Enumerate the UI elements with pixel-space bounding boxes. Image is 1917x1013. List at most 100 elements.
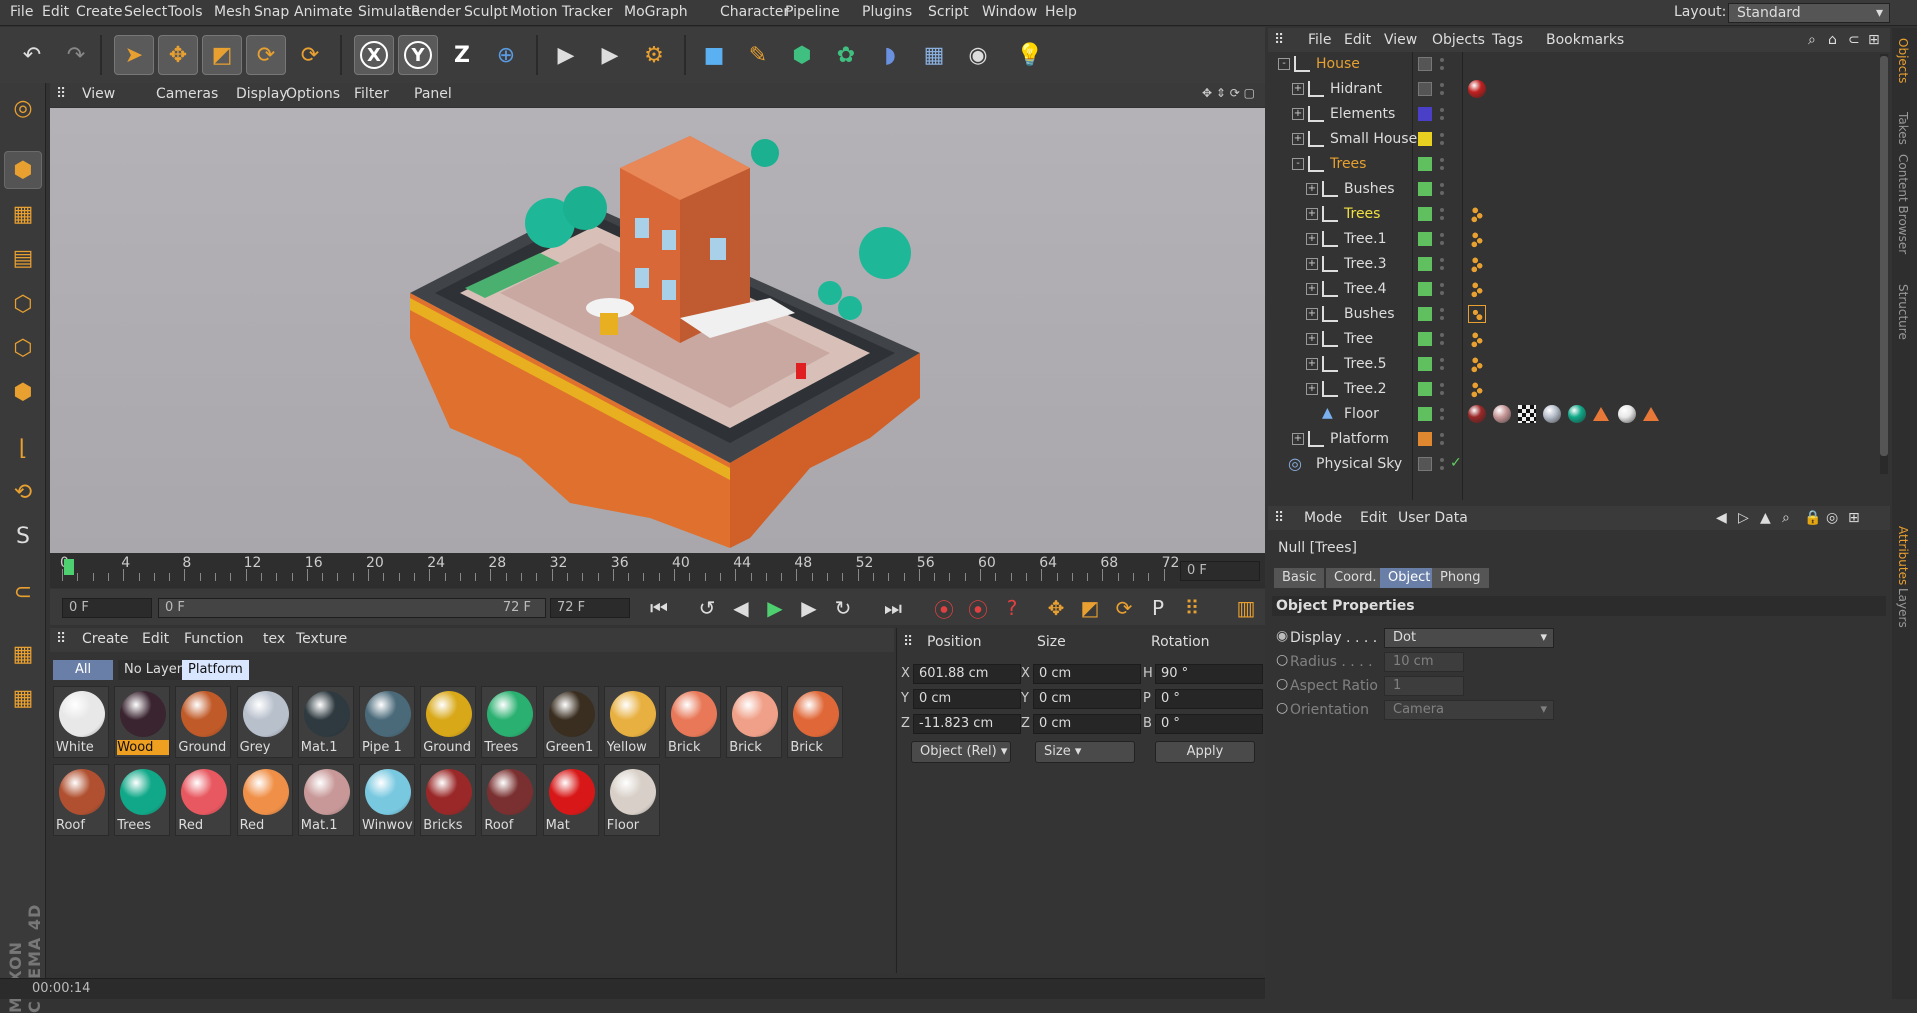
timeline[interactable]: 04812162024283236404448525660646872 0 F <box>50 553 1265 588</box>
apply-button[interactable]: Apply <box>1155 741 1255 763</box>
tag-icon[interactable] <box>1568 405 1586 423</box>
object-menu-file[interactable]: File <box>1308 32 1331 48</box>
menu-mesh[interactable]: Mesh <box>214 4 251 20</box>
material-white[interactable]: White <box>53 686 109 758</box>
visibility-dots[interactable] <box>1440 306 1444 322</box>
viewport[interactable]: ✥ ⇕ ⟳ ▢ <box>50 86 1265 553</box>
menu-pipeline[interactable]: Pipeline <box>785 4 840 20</box>
visibility-dots[interactable] <box>1440 131 1444 147</box>
object-row[interactable]: ▲ Floor <box>1268 402 1878 427</box>
move-tool[interactable]: ✥ <box>158 35 198 75</box>
viewport-menu-panel[interactable]: Panel <box>414 86 452 102</box>
menu-motion-tracker[interactable]: Motion Tracker <box>510 4 612 20</box>
coord-position-y-field[interactable]: 0 cm <box>913 689 1021 709</box>
menu-snap[interactable]: Snap <box>254 4 289 20</box>
material-red[interactable]: Red <box>236 764 293 836</box>
visibility-dots[interactable] <box>1440 406 1444 422</box>
object-row[interactable]: + Hidrant <box>1268 77 1878 102</box>
light-tool[interactable]: 💡 <box>1010 35 1050 75</box>
material-menu-tex[interactable]: tex <box>263 631 285 647</box>
camera-tool[interactable]: ◉ <box>958 35 998 75</box>
expand-toggle[interactable]: + <box>1292 133 1304 145</box>
expand-toggle[interactable]: + <box>1306 183 1318 195</box>
visibility-dots[interactable] <box>1440 456 1444 472</box>
visibility-dots[interactable] <box>1440 56 1444 72</box>
side-tab-layers[interactable]: Layers <box>1896 588 1910 628</box>
layer-color[interactable] <box>1418 107 1432 121</box>
recent-tool-tool[interactable]: ⟳ <box>290 35 330 75</box>
material-filter-all[interactable]: All <box>53 660 113 680</box>
tweak-mode-button[interactable]: ⟲ <box>4 473 42 511</box>
coord-position-z-field[interactable]: -11.823 cm <box>913 714 1021 734</box>
side-tab-attributes[interactable]: Attributes <box>1896 526 1910 585</box>
playhead[interactable] <box>64 559 74 575</box>
object-menu-objects[interactable]: Objects <box>1432 32 1485 48</box>
visibility-dots[interactable] <box>1440 356 1444 372</box>
coordinate-system-tool[interactable]: ⊕ <box>486 35 526 75</box>
locked-workplane-button[interactable]: ▦ <box>4 679 42 717</box>
make-editable-button[interactable]: ◎ <box>4 89 42 127</box>
undo-tool[interactable]: ↶ <box>12 35 52 75</box>
object-row[interactable]: + Small House <box>1268 127 1878 152</box>
layout-dropdown[interactable]: Standard ▾ <box>1728 3 1890 23</box>
layer-color[interactable] <box>1418 257 1432 271</box>
expand-toggle[interactable]: + <box>1306 283 1318 295</box>
menu-script[interactable]: Script <box>928 4 969 20</box>
menu-plugins[interactable]: Plugins <box>862 4 912 20</box>
layer-color[interactable] <box>1418 382 1432 396</box>
visibility-dots[interactable] <box>1440 256 1444 272</box>
layer-color[interactable] <box>1418 232 1432 246</box>
tag-icon[interactable] <box>1468 230 1486 248</box>
tag-icon[interactable] <box>1618 405 1636 423</box>
coord-rotation-z-field[interactable]: 0 ° <box>1155 714 1263 734</box>
coord-mode-dropdown[interactable]: Object (Rel) ▾ <box>911 741 1011 763</box>
tag-icon[interactable] <box>1468 205 1486 223</box>
radio-icon[interactable]: ◉ <box>1276 628 1288 644</box>
layer-color[interactable] <box>1418 82 1432 96</box>
side-tab-content-browser[interactable]: Content Browser <box>1896 154 1910 254</box>
layer-color[interactable] <box>1418 207 1432 221</box>
menu-select[interactable]: Select <box>124 4 167 20</box>
cube-tool[interactable]: ■ <box>694 35 734 75</box>
expand-toggle[interactable]: + <box>1292 433 1304 445</box>
search-icon[interactable]: ⌕ <box>1808 32 1816 48</box>
tag-icon[interactable] <box>1468 305 1486 323</box>
tag-icon[interactable] <box>1468 380 1486 398</box>
go-to-end-button[interactable]: ⏭ <box>879 595 907 621</box>
visibility-dots[interactable] <box>1440 206 1444 222</box>
next-keyframe-button[interactable]: ↻ <box>829 595 857 621</box>
menu-window[interactable]: Window <box>982 4 1037 20</box>
render-picture-viewer-tool[interactable]: ▶ <box>590 35 630 75</box>
record-rotation-button[interactable]: ⟳ <box>1110 595 1138 621</box>
material-grey[interactable]: Grey <box>236 686 293 758</box>
coord-size-y-field[interactable]: 0 cm <box>1033 689 1141 709</box>
layer-color[interactable] <box>1418 182 1432 196</box>
expand-toggle[interactable]: + <box>1306 233 1318 245</box>
tag-icon[interactable] <box>1468 355 1486 373</box>
object-row[interactable]: + Elements <box>1268 102 1878 127</box>
tag-icon[interactable] <box>1593 407 1609 421</box>
attribute-menu-edit[interactable]: Edit <box>1360 510 1387 526</box>
menu-render[interactable]: Render <box>411 4 461 20</box>
material-brick[interactable]: Brick <box>726 686 783 758</box>
layer-color[interactable] <box>1418 282 1432 296</box>
viewport-menu-display[interactable]: Display <box>236 86 288 102</box>
object-row[interactable]: - House <box>1268 52 1878 77</box>
start-frame-field[interactable]: 0 F <box>62 598 152 618</box>
enabled-check-icon[interactable]: ✓ <box>1450 455 1462 471</box>
record-parameter-button[interactable]: P <box>1144 595 1172 621</box>
layer-color[interactable] <box>1418 432 1432 446</box>
layer-color[interactable] <box>1418 57 1432 71</box>
edit-render-settings-tool[interactable]: ⚙ <box>634 35 674 75</box>
material-wood[interactable]: Wood <box>114 686 171 758</box>
end-frame-field[interactable]: 72 F <box>550 598 630 618</box>
record-point-level-button[interactable]: ⠿ <box>1178 595 1206 621</box>
material-trees[interactable]: Trees <box>114 764 171 836</box>
forward-arrow-icon[interactable]: ▷ <box>1738 510 1749 526</box>
pen-tool[interactable]: ✎ <box>738 35 778 75</box>
object-scrollbar[interactable] <box>1880 54 1888 474</box>
material-roof[interactable]: Roof <box>53 764 109 836</box>
x-axis-tool[interactable]: X <box>354 35 394 75</box>
visibility-dots[interactable] <box>1440 281 1444 297</box>
current-frame-field[interactable]: 0 F <box>1180 561 1260 581</box>
